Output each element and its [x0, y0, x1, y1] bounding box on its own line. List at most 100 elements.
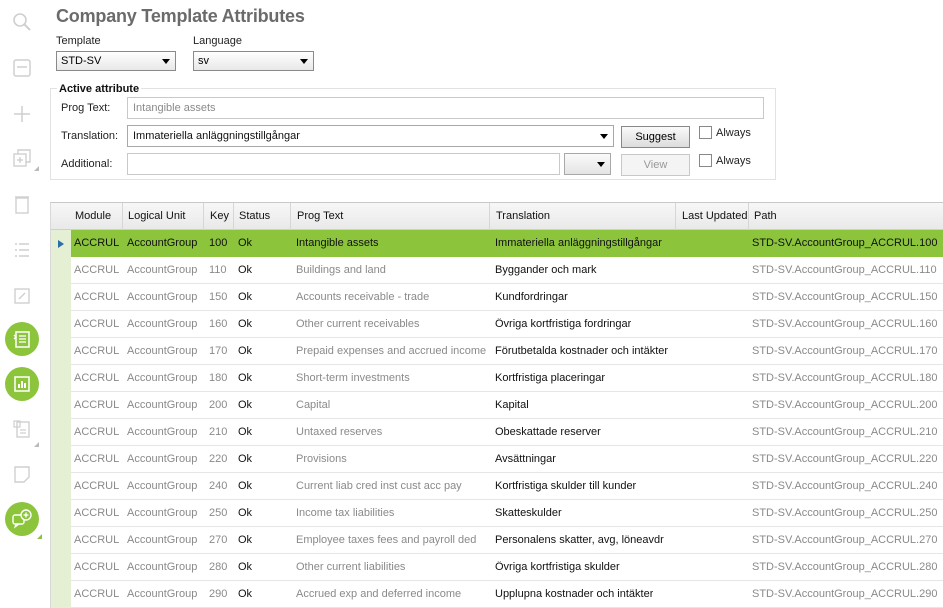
cell-status: Ok: [238, 588, 253, 600]
table-row[interactable]: ACCRUL AccountGroup 290 Ok Accrued exp and d…: [71, 581, 943, 608]
translation-dropdown[interactable]: Immateriella anläggningstillgångar: [127, 125, 614, 147]
cell-prog-text: Prepaid expenses and accrued income: [296, 345, 487, 357]
cell-module: ACCRUL: [74, 588, 120, 600]
suggest-button[interactable]: Suggest: [621, 126, 690, 148]
cell-translation: Byggander och mark: [495, 264, 597, 276]
table-row[interactable]: ACCRUL AccountGroup 280 Ok Other current lia…: [71, 554, 943, 581]
cell-status: Ok: [238, 507, 253, 519]
column-header-translation[interactable]: Translation: [496, 210, 550, 222]
cell-translation: Kortfristiga placeringar: [495, 372, 606, 384]
cell-prog-text: Accounts receivable - trade: [296, 291, 430, 303]
cell-key: 200: [209, 399, 228, 411]
column-header-key[interactable]: Key: [210, 210, 229, 222]
toolbar-corner-marker: [34, 442, 39, 447]
cell-module: ACCRUL: [74, 372, 120, 384]
cell-prog-text: Intangible assets: [296, 237, 379, 249]
column-header-prog-text[interactable]: Prog Text: [297, 210, 343, 222]
cell-status: Ok: [238, 426, 253, 438]
save-icon[interactable]: [8, 54, 36, 82]
cell-prog-text: Short-term investments: [296, 372, 410, 384]
prog-text-field[interactable]: Intangible assets: [127, 97, 764, 119]
template-select-value: STD-SV: [61, 55, 102, 67]
copy-icon[interactable]: [8, 144, 36, 172]
table-row[interactable]: ACCRUL AccountGroup 110 Ok Buildings and lan…: [71, 257, 943, 284]
cell-status: Ok: [238, 291, 253, 303]
chart-icon[interactable]: [5, 367, 39, 401]
cell-translation: Skatteskulder: [495, 507, 562, 519]
cell-logical-unit: AccountGroup: [127, 264, 198, 276]
cell-path: STD-SV.AccountGroup_ACCRUL.170: [752, 345, 938, 357]
additional-dropdown[interactable]: [564, 153, 611, 175]
cell-path: STD-SV.AccountGroup_ACCRUL.180: [752, 372, 938, 384]
template-label: Template: [56, 35, 101, 47]
cell-logical-unit: AccountGroup: [127, 453, 198, 465]
cell-status: Ok: [238, 561, 253, 573]
document-icon[interactable]: [8, 415, 36, 443]
cell-logical-unit: AccountGroup: [127, 507, 198, 519]
additional-field[interactable]: [127, 153, 560, 175]
grid-header: Module Logical Unit Key Status Prog Text…: [51, 203, 943, 230]
column-separator: [290, 203, 291, 230]
cell-logical-unit: AccountGroup: [127, 345, 198, 357]
table-row[interactable]: ACCRUL AccountGroup 200 Ok Capital Kapital STD…: [71, 392, 943, 419]
table-row[interactable]: ACCRUL AccountGroup 220 Ok Provisions Avsättn…: [71, 446, 943, 473]
column-separator: [122, 203, 123, 230]
always-checkbox[interactable]: [699, 126, 712, 139]
cell-module: ACCRUL: [74, 480, 120, 492]
cell-logical-unit: AccountGroup: [127, 426, 198, 438]
external-link-icon[interactable]: [8, 282, 36, 310]
cell-path: STD-SV.AccountGroup_ACCRUL.200: [752, 399, 938, 411]
table-row[interactable]: ACCRUL AccountGroup 250 Ok Income tax liabil…: [71, 500, 943, 527]
cell-module: ACCRUL: [74, 561, 120, 573]
cell-status: Ok: [238, 453, 253, 465]
details-icon[interactable]: [5, 322, 39, 356]
cell-path: STD-SV.AccountGroup_ACCRUL.110: [752, 264, 937, 276]
cell-module: ACCRUL: [74, 291, 120, 303]
cell-module: ACCRUL: [74, 534, 120, 546]
column-separator: [233, 203, 234, 230]
list-icon[interactable]: [8, 236, 36, 264]
table-row[interactable]: ACCRUL AccountGroup 150 Ok Accounts receivab…: [71, 284, 943, 311]
cell-translation: Kundfordringar: [495, 291, 568, 303]
cell-prog-text: Current liab cred inst cust acc pay: [296, 480, 462, 492]
table-row[interactable]: ACCRUL AccountGroup 180 Ok Short-term invest…: [71, 365, 943, 392]
current-row-indicator-icon: [58, 240, 64, 248]
search-icon[interactable]: [8, 8, 36, 36]
template-select[interactable]: STD-SV: [56, 51, 176, 71]
cell-logical-unit: AccountGroup: [127, 588, 198, 600]
cell-translation: Immateriella anläggningstillgångar: [495, 237, 662, 249]
note-icon[interactable]: [8, 460, 36, 488]
table-row[interactable]: ACCRUL AccountGroup 210 Ok Untaxed reserves O…: [71, 419, 943, 446]
cell-translation: Upplupna kostnader och intäkter: [495, 588, 654, 600]
column-header-module[interactable]: Module: [75, 210, 111, 222]
table-row[interactable]: ACCRUL AccountGroup 270 Ok Employee taxes fe…: [71, 527, 943, 554]
always-checkbox-additional[interactable]: [699, 154, 712, 167]
cell-status: Ok: [238, 534, 253, 546]
column-header-logical-unit[interactable]: Logical Unit: [128, 210, 185, 222]
table-row[interactable]: ACCRUL AccountGroup 170 Ok Prepaid expenses …: [71, 338, 943, 365]
cell-key: 280: [209, 561, 228, 573]
column-header-last-updated[interactable]: Last Updated: [682, 210, 747, 222]
add-icon[interactable]: [8, 100, 36, 128]
cell-logical-unit: AccountGroup: [127, 480, 198, 492]
cell-key: 290: [209, 588, 228, 600]
cell-prog-text: Untaxed reserves: [296, 426, 383, 438]
cell-module: ACCRUL: [74, 318, 120, 330]
view-button[interactable]: View: [621, 154, 690, 176]
table-row[interactable]: ACCRUL AccountGroup 160 Ok Other current rec…: [71, 311, 943, 338]
column-header-status[interactable]: Status: [239, 210, 270, 222]
language-select[interactable]: sv: [193, 51, 314, 71]
column-header-path[interactable]: Path: [754, 210, 777, 222]
cell-status: Ok: [238, 318, 253, 330]
chat-add-icon[interactable]: [5, 502, 39, 536]
cell-path: STD-SV.AccountGroup_ACCRUL.250: [752, 507, 938, 519]
cell-key: 160: [209, 318, 228, 330]
cell-key: 150: [209, 291, 228, 303]
cell-prog-text: Other current liabilities: [296, 561, 406, 573]
cell-logical-unit: AccountGroup: [127, 372, 198, 384]
table-row[interactable]: ACCRUL AccountGroup 100 Ok Intangible assets…: [71, 230, 943, 257]
cell-path: STD-SV.AccountGroup_ACCRUL.220: [752, 453, 938, 465]
delete-icon[interactable]: [8, 190, 36, 218]
cell-logical-unit: AccountGroup: [127, 318, 198, 330]
table-row[interactable]: ACCRUL AccountGroup 240 Ok Current liab cred…: [71, 473, 943, 500]
